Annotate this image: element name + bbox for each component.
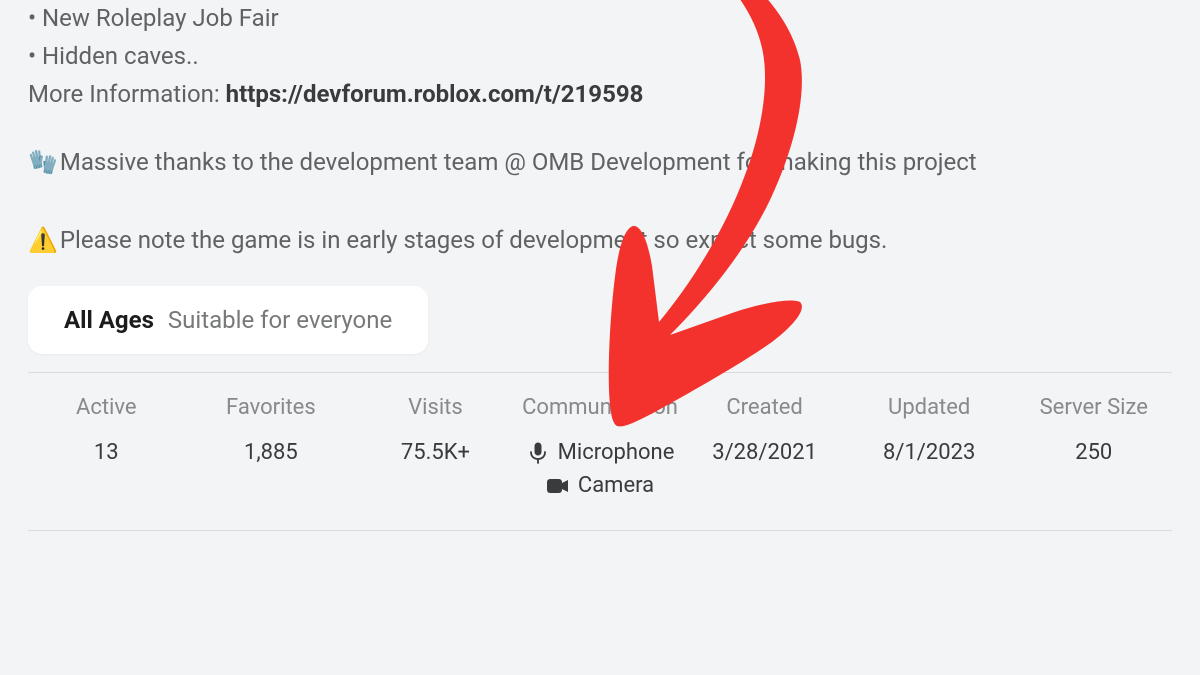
stat-value-favorites: 1,885 — [193, 440, 350, 465]
stat-created: Created 3/28/2021 — [686, 395, 843, 498]
stat-header-created: Created — [686, 395, 843, 420]
stat-header-active: Active — [28, 395, 185, 420]
desc-thanks: 🧤Massive thanks to the development team … — [28, 144, 1172, 180]
desc-warning-text: Please note the game is in early stages … — [60, 222, 887, 258]
stat-header-server-size: Server Size — [1015, 395, 1172, 420]
stat-active: Active 13 — [28, 395, 185, 498]
stat-value-active: 13 — [28, 440, 185, 465]
desc-thanks-text: Massive thanks to the development team @… — [60, 144, 977, 180]
comm-microphone: Microphone — [526, 440, 675, 465]
desc-bullet-2: • Hidden caves.. — [28, 38, 1172, 74]
stat-visits: Visits 75.5K+ — [357, 395, 514, 498]
camera-icon — [546, 474, 570, 498]
microphone-icon — [526, 441, 550, 465]
desc-bullet-1: • New Roleplay Job Fair — [28, 0, 1172, 36]
comm-camera: Camera — [546, 473, 654, 498]
stat-value-visits: 75.5K+ — [357, 440, 514, 465]
comm-microphone-label: Microphone — [558, 440, 675, 465]
desc-warning: ⚠️ Please note the game is in early stag… — [28, 222, 1172, 258]
stat-communication: Communication Microphone — [522, 395, 679, 498]
stat-header-updated: Updated — [851, 395, 1008, 420]
stat-value-server-size: 250 — [1015, 440, 1172, 465]
rating-desc: Suitable for everyone — [168, 306, 392, 334]
stat-header-communication: Communication — [522, 395, 679, 420]
warning-emoji-icon: ⚠️ — [28, 222, 58, 258]
stat-server-size: Server Size 250 — [1015, 395, 1172, 498]
stat-favorites: Favorites 1,885 — [193, 395, 350, 498]
stat-value-updated: 8/1/2023 — [851, 440, 1008, 465]
stats-section: Active 13 Favorites 1,885 Visits 75.5K+ … — [28, 372, 1172, 531]
stat-value-created: 3/28/2021 — [686, 440, 843, 465]
desc-more-info-link[interactable]: https://devforum.roblox.com/t/219598 — [226, 80, 644, 108]
desc-more-info-prefix: More Information: — [28, 80, 226, 108]
stat-updated: Updated 8/1/2023 — [851, 395, 1008, 498]
comm-camera-label: Camera — [578, 473, 654, 498]
rating-box[interactable]: All Ages Suitable for everyone — [28, 286, 428, 354]
rating-label: All Ages — [64, 306, 154, 334]
glove-emoji-icon: 🧤 — [28, 144, 58, 180]
stat-header-visits: Visits — [357, 395, 514, 420]
stat-header-favorites: Favorites — [193, 395, 350, 420]
desc-more-info: More Information: https://devforum.roblo… — [28, 76, 1172, 112]
